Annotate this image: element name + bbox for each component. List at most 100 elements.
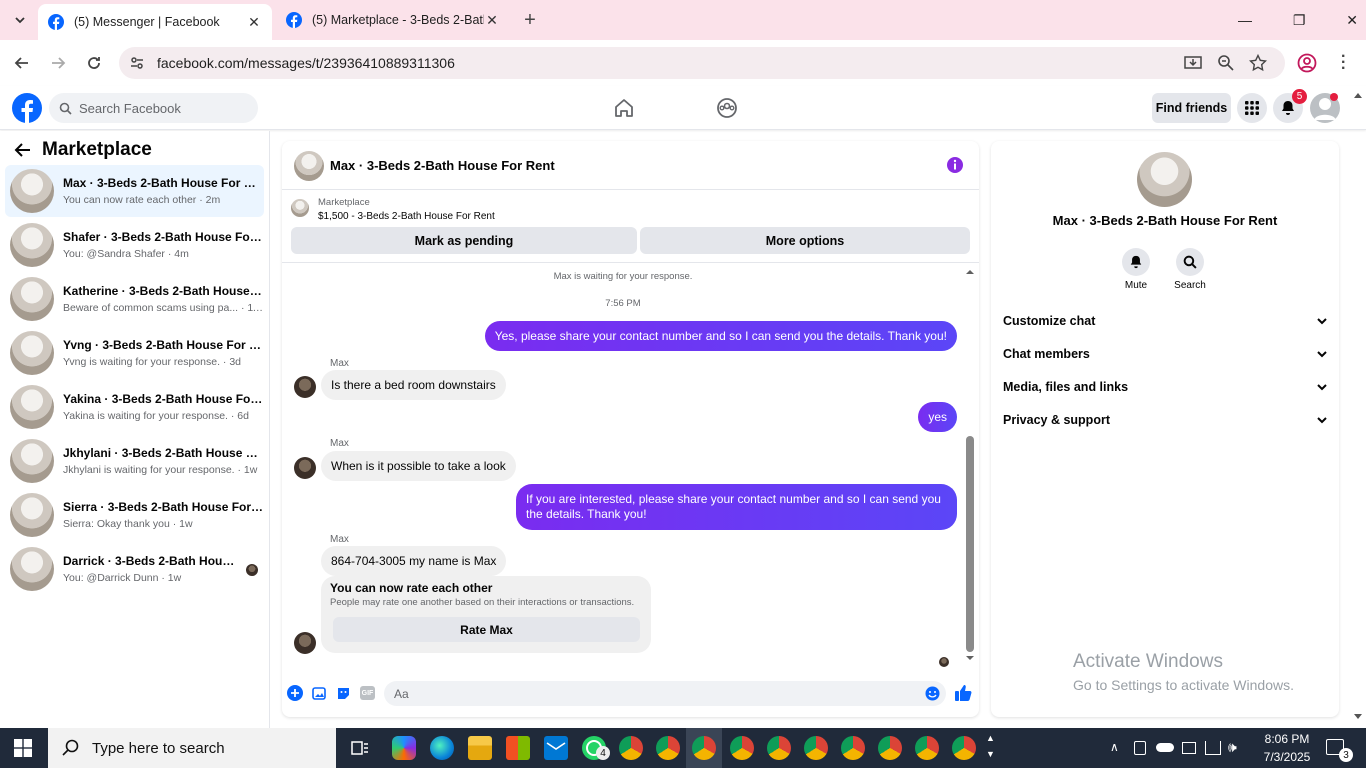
taskbar-scroll-arrows[interactable]: ▲ ▼ — [986, 730, 995, 762]
copilot-icon[interactable] — [392, 736, 416, 760]
emoji-icon[interactable] — [925, 686, 940, 701]
gif-icon[interactable]: GIF — [360, 686, 375, 700]
meet-now-icon[interactable] — [1134, 741, 1146, 755]
zoom-icon[interactable] — [1217, 54, 1235, 72]
chrome-icon[interactable] — [804, 736, 828, 760]
groups-icon[interactable] — [716, 97, 738, 119]
forward-arrow-icon[interactable] — [46, 51, 70, 75]
sender-avatar[interactable] — [294, 457, 316, 479]
tab-list-chevron-icon[interactable] — [8, 8, 32, 32]
network-icon[interactable] — [1205, 741, 1221, 755]
media-files-links-section[interactable]: Media, files and links — [1003, 380, 1328, 394]
chat-header-title[interactable]: Max · 3-Beds 2-Bath House For Rent — [330, 158, 555, 173]
chrome-icon[interactable] — [878, 736, 902, 760]
file-explorer-icon[interactable] — [468, 736, 492, 760]
sender-avatar[interactable] — [294, 376, 316, 398]
find-friends-button[interactable]: Find friends — [1152, 93, 1231, 123]
facebook-search-input[interactable]: Search Facebook — [49, 93, 258, 123]
mail-icon[interactable] — [544, 736, 568, 760]
show-hidden-icons[interactable]: ∧ — [1110, 740, 1119, 754]
conversation-preview: Beware of common scams using pa... · 11m — [63, 302, 264, 314]
listing-detail[interactable]: $1,500 - 3-Beds 2-Bath House For Rent — [318, 211, 495, 222]
site-info-icon[interactable] — [129, 55, 145, 71]
sender-avatar[interactable] — [294, 632, 316, 654]
chrome-icon[interactable] — [692, 736, 716, 760]
chrome-icon[interactable] — [767, 736, 791, 760]
clock-date[interactable]: 7/3/2025 — [1252, 750, 1322, 764]
onedrive-cloud-icon[interactable] — [1156, 743, 1174, 752]
conversation-name: Max · 3-Beds 2-Bath House For Rent — [63, 176, 264, 190]
task-view-icon[interactable] — [350, 738, 370, 758]
facebook-favicon-icon — [48, 14, 64, 30]
home-icon[interactable] — [613, 97, 635, 119]
privacy-support-section[interactable]: Privacy & support — [1003, 413, 1328, 427]
close-tab-icon[interactable]: ✕ — [246, 14, 262, 30]
chrome-icon[interactable] — [619, 736, 643, 760]
volume-icon[interactable]: 🕪 — [1228, 739, 1237, 756]
conversation-item[interactable]: Max · 3-Beds 2-Bath House For Rent You ca… — [5, 165, 264, 217]
browser-menu-icon[interactable]: · · · — [1341, 49, 1346, 77]
mark-as-pending-button[interactable]: Mark as pending — [291, 227, 637, 254]
chrome-icon[interactable] — [730, 736, 754, 760]
tab-marketplace[interactable]: (5) Marketplace - 3-Beds 2-Bath ✕ — [276, 0, 510, 40]
back-arrow-icon[interactable] — [14, 141, 32, 159]
conversation-name: Darrick · 3-Beds 2-Bath House F... — [63, 554, 240, 568]
reload-icon[interactable] — [82, 51, 106, 75]
windows-start-icon[interactable] — [14, 739, 32, 757]
search-conversation-icon[interactable] — [1176, 248, 1204, 276]
chrome-icon[interactable] — [915, 736, 939, 760]
rate-max-button[interactable]: Rate Max — [333, 617, 640, 642]
conversation-item[interactable]: Sierra · 3-Beds 2-Bath House For R... Sie… — [5, 489, 264, 541]
conversation-item[interactable]: Jkhylani · 3-Beds 2-Bath House Fo... Jkhy… — [5, 435, 264, 487]
battery-icon[interactable] — [1182, 742, 1196, 754]
minimize-icon[interactable]: — — [1238, 12, 1252, 29]
profile-icon[interactable] — [1297, 53, 1317, 73]
mute-bell-icon[interactable] — [1122, 248, 1150, 276]
photo-icon[interactable] — [312, 686, 327, 701]
chrome-icon[interactable] — [952, 736, 976, 760]
activate-windows-title: Activate Windows — [1073, 651, 1223, 672]
edge-icon[interactable] — [430, 736, 454, 760]
chat-members-section[interactable]: Chat members — [1003, 347, 1328, 361]
thumbs-up-icon[interactable] — [954, 684, 972, 702]
outgoing-message[interactable]: Yes, please share your contact number an… — [484, 321, 957, 351]
sticker-icon[interactable] — [336, 686, 351, 701]
incoming-message[interactable]: Is there a bed room downstairs — [321, 370, 506, 400]
page-scrollbar[interactable] — [1352, 88, 1364, 728]
install-app-icon[interactable] — [1184, 54, 1202, 72]
conversation-item[interactable]: Yvng · 3-Beds 2-Bath House For R... Yvng … — [5, 327, 264, 379]
info-icon[interactable] — [946, 156, 964, 174]
url-text[interactable]: facebook.com/messages/t/2393641088931130… — [157, 55, 455, 71]
new-tab-plus-icon[interactable]: + — [518, 8, 542, 32]
conversation-item[interactable]: Yakina · 3-Beds 2-Bath House For ... Yaki… — [5, 381, 264, 433]
conversation-item[interactable]: Shafer · 3-Beds 2-Bath House For ... You:… — [5, 219, 264, 271]
read-receipt-avatar — [939, 657, 949, 667]
listing-thumbnail — [10, 547, 54, 591]
incoming-message[interactable]: 864-704-3005 my name is Max — [321, 546, 507, 576]
back-arrow-icon[interactable] — [10, 51, 34, 75]
store-icon[interactable] — [506, 736, 530, 760]
restore-icon[interactable]: ❐ — [1293, 12, 1306, 29]
incoming-message[interactable]: When is it possible to take a look — [321, 451, 516, 481]
chrome-icon[interactable] — [656, 736, 680, 760]
message-input[interactable]: Aa — [384, 681, 946, 706]
customize-chat-section[interactable]: Customize chat — [1003, 314, 1328, 328]
chrome-icon[interactable] — [841, 736, 865, 760]
listing-divider — [282, 262, 979, 263]
tab-messenger[interactable]: (5) Messenger | Facebook ✕ — [38, 4, 272, 40]
chat-header-thumbnail[interactable] — [294, 151, 324, 181]
plus-circle-icon[interactable] — [287, 685, 303, 701]
facebook-logo-icon[interactable] — [12, 93, 42, 123]
bookmark-star-icon[interactable] — [1249, 54, 1267, 72]
clock-time[interactable]: 8:06 PM — [1252, 732, 1322, 746]
chat-scrollbar[interactable] — [965, 267, 975, 663]
outgoing-message[interactable]: If you are interested, please share your… — [516, 484, 957, 530]
more-options-button[interactable]: More options — [640, 227, 970, 254]
conversation-item[interactable]: Darrick · 3-Beds 2-Bath House F... You: @… — [5, 543, 264, 595]
conversation-item[interactable]: Katherine · 3-Beds 2-Bath House F... Bewa… — [5, 273, 264, 325]
close-tab-icon[interactable]: ✕ — [484, 12, 500, 28]
taskbar-search-box[interactable]: Type here to search — [48, 728, 336, 768]
menu-grid-icon[interactable] — [1237, 93, 1267, 123]
outgoing-message[interactable]: yes — [918, 402, 957, 432]
close-window-icon[interactable]: ✕ — [1346, 12, 1358, 29]
